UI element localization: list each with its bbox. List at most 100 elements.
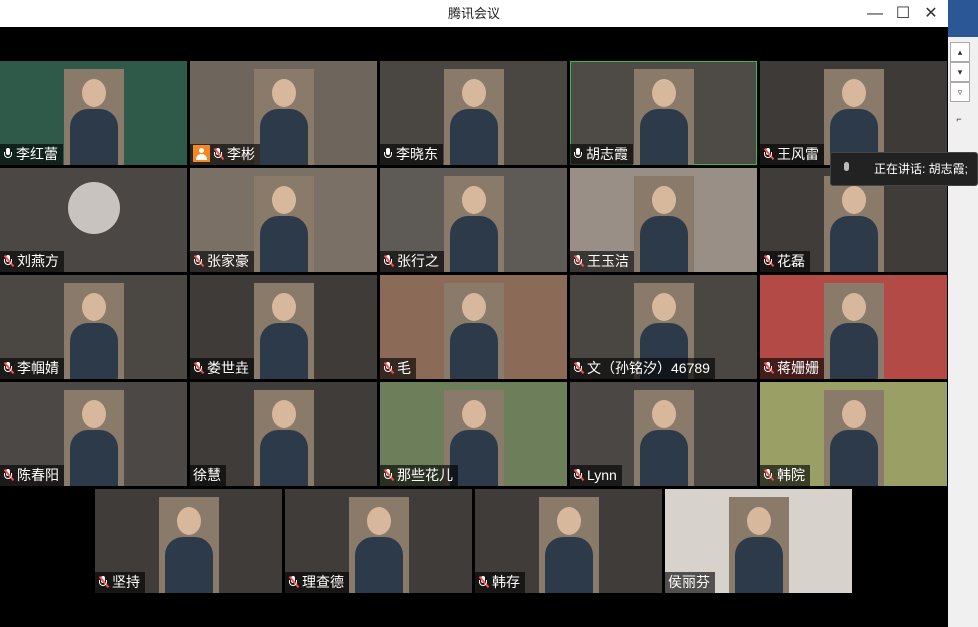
participant-name: 花磊 bbox=[777, 253, 805, 269]
participant-video bbox=[348, 497, 409, 593]
mic-muted-icon bbox=[383, 254, 395, 268]
participant-tile[interactable]: 张行之 bbox=[380, 168, 567, 272]
mic-muted-icon bbox=[478, 575, 490, 589]
participant-name: 蒋姗姗 bbox=[777, 360, 819, 376]
mic-muted-icon bbox=[763, 468, 775, 482]
top-black-strip bbox=[0, 27, 948, 61]
participant-name: 李晓东 bbox=[396, 146, 438, 162]
participant-tile[interactable]: 蒋姗姗 bbox=[760, 275, 947, 379]
participant-tile[interactable]: 坚持 bbox=[95, 489, 282, 593]
participant-video bbox=[633, 390, 694, 486]
participant-video bbox=[253, 390, 314, 486]
participant-name-label: 花磊 bbox=[760, 251, 810, 272]
mic-muted-icon bbox=[763, 254, 775, 268]
mic-muted-icon bbox=[3, 468, 15, 482]
participant-tile[interactable]: Lynn bbox=[570, 382, 757, 486]
microphone-icon bbox=[841, 162, 851, 176]
avatar bbox=[68, 182, 120, 234]
participant-name: 韩院 bbox=[777, 467, 805, 483]
participant-video bbox=[253, 283, 314, 379]
mic-muted-icon bbox=[383, 468, 395, 482]
participant-video bbox=[823, 390, 884, 486]
participant-video bbox=[823, 69, 884, 165]
participant-video bbox=[823, 176, 884, 272]
participant-video bbox=[158, 497, 219, 593]
participant-video bbox=[538, 497, 599, 593]
participant-name-label: 毛 bbox=[380, 358, 416, 379]
participant-name-label: 陈春阳 bbox=[0, 465, 64, 486]
participant-tile[interactable]: 毛 bbox=[380, 275, 567, 379]
microphone-icon bbox=[383, 148, 393, 160]
participant-tile[interactable]: 刘燕方 bbox=[0, 168, 187, 272]
participant-tile[interactable]: 韩存 bbox=[475, 489, 662, 593]
participant-tile[interactable]: 侯丽芬 bbox=[665, 489, 852, 593]
participant-name-label: 李彬 bbox=[190, 144, 260, 165]
participant-tile[interactable]: 理查德 bbox=[285, 489, 472, 593]
participant-video bbox=[633, 69, 694, 165]
mic-muted-icon bbox=[98, 575, 110, 589]
mic-muted-icon bbox=[763, 147, 775, 161]
participant-tile[interactable]: 王风雷 bbox=[760, 61, 947, 165]
participant-name-label: 徐慧 bbox=[190, 465, 226, 486]
participant-name: 那些花儿 bbox=[397, 467, 453, 483]
participant-name-label: 文（孙铭汐）46789 bbox=[570, 358, 715, 379]
participant-name-label: 韩院 bbox=[760, 465, 810, 486]
participant-name: 刘燕方 bbox=[17, 253, 59, 269]
participant-name-label: 坚持 bbox=[95, 572, 145, 593]
participant-video bbox=[63, 69, 124, 165]
participant-tile[interactable]: 文（孙铭汐）46789 bbox=[570, 275, 757, 379]
chevron-up-icon[interactable]: ▴ bbox=[950, 42, 970, 62]
participant-tile[interactable]: 李晓东 bbox=[380, 61, 567, 165]
participant-name-label: 李红蕾 bbox=[0, 144, 63, 165]
participant-name-label: 张家豪 bbox=[190, 251, 254, 272]
dialog-launcher-icon[interactable]: ⌐ bbox=[950, 110, 968, 128]
participant-name-label: 王风雷 bbox=[760, 144, 824, 165]
participant-name-label: 李帼婧 bbox=[0, 358, 64, 379]
participant-tile[interactable]: 张家豪 bbox=[190, 168, 377, 272]
participant-video bbox=[63, 283, 124, 379]
participant-name: 陈春阳 bbox=[17, 467, 59, 483]
participant-name: 侯丽芬 bbox=[668, 574, 710, 590]
participant-name-label: 韩存 bbox=[475, 572, 525, 593]
participant-tile[interactable]: 陈春阳 bbox=[0, 382, 187, 486]
chevron-down-icon[interactable]: ▾ bbox=[950, 62, 970, 82]
participant-tile[interactable]: 王玉洁 bbox=[570, 168, 757, 272]
background-app-header bbox=[948, 0, 978, 37]
participant-video bbox=[253, 176, 314, 272]
participant-name-label: 侯丽芬 bbox=[665, 572, 715, 593]
participant-name: Lynn bbox=[587, 467, 617, 483]
participant-tile[interactable]: 李红蕾 bbox=[0, 61, 187, 165]
participant-tile[interactable]: 那些花儿 bbox=[380, 382, 567, 486]
video-grid: 李红蕾 李彬 李晓东 胡志霞 王风雷刘燕方 张家豪 张行之 王玉洁 花磊李帼婧 娄世垚 毛 文（孙铭汐… bbox=[0, 61, 948, 594]
participant-tile[interactable]: 娄世垚 bbox=[190, 275, 377, 379]
expand-icon[interactable]: ▿ bbox=[950, 82, 970, 102]
participant-name-label: 王玉洁 bbox=[570, 251, 634, 272]
participant-name: 李彬 bbox=[227, 146, 255, 162]
participant-tile[interactable]: 胡志霞 bbox=[570, 61, 757, 165]
participant-video bbox=[63, 390, 124, 486]
mic-muted-icon bbox=[3, 254, 15, 268]
participant-video bbox=[443, 69, 504, 165]
mic-muted-icon bbox=[3, 361, 15, 375]
title-bar: 腾讯会议 — ☐ ✕ bbox=[0, 0, 948, 27]
participant-video bbox=[253, 69, 314, 165]
microphone-icon bbox=[3, 148, 13, 160]
window-title: 腾讯会议 bbox=[447, 6, 500, 21]
participant-name: 理查德 bbox=[302, 574, 344, 590]
participant-tile[interactable]: 李彬 bbox=[190, 61, 377, 165]
participant-name-label: 张行之 bbox=[380, 251, 444, 272]
participant-name: 王风雷 bbox=[777, 146, 819, 162]
microphone-icon bbox=[573, 148, 583, 160]
close-button[interactable]: ✕ bbox=[914, 0, 948, 27]
participant-tile[interactable]: 徐慧 bbox=[190, 382, 377, 486]
participant-tile[interactable]: 韩院 bbox=[760, 382, 947, 486]
participant-name: 韩存 bbox=[492, 574, 520, 590]
mic-muted-icon bbox=[573, 361, 585, 375]
speaking-toast-text: 正在讲话: 胡志霞; bbox=[874, 162, 969, 176]
participant-tile[interactable]: 李帼婧 bbox=[0, 275, 187, 379]
participant-name: 张家豪 bbox=[207, 253, 249, 269]
speaking-toast: 正在讲话: 胡志霞; bbox=[830, 152, 978, 186]
participant-name: 徐慧 bbox=[193, 467, 221, 483]
background-app-edge: ▴ ▾ ▿ ⌐ bbox=[948, 0, 978, 627]
mic-muted-icon bbox=[763, 361, 775, 375]
